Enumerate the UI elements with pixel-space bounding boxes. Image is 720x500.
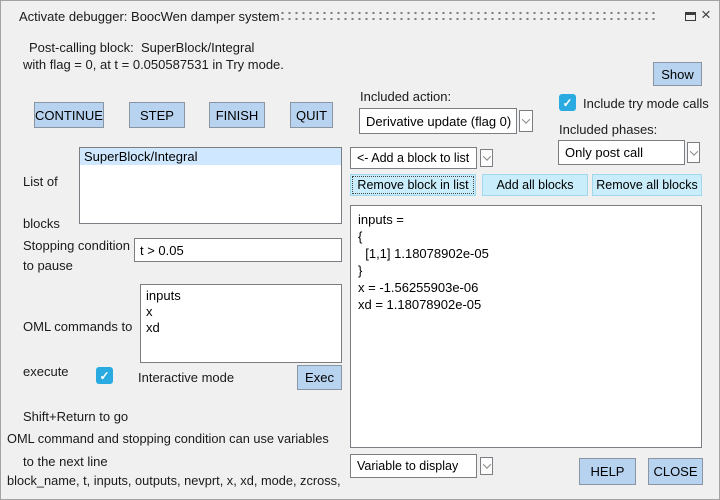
blocks-to-pause-list[interactable]: SuperBlock/Integral bbox=[79, 147, 342, 224]
variables-help-note: OML command and stopping condition can u… bbox=[7, 404, 341, 500]
add-all-blocks-button[interactable]: Add all blocks bbox=[482, 174, 588, 196]
included-phases-label: Included phases: bbox=[559, 122, 657, 137]
remove-block-button[interactable]: Remove block in list bbox=[350, 174, 476, 196]
included-action-combo[interactable]: Derivative update (flag 0) bbox=[359, 108, 517, 134]
help-button[interactable]: HELP bbox=[579, 458, 636, 485]
chevron-down-icon bbox=[482, 460, 490, 468]
status-line-flag-time: with flag = 0, at t = 0.050587531 in Try… bbox=[23, 57, 284, 72]
interactive-mode-label: Interactive mode bbox=[138, 370, 234, 385]
included-action-label: Included action: bbox=[360, 89, 451, 104]
stopping-condition-label: Stopping condition bbox=[23, 238, 130, 253]
include-try-mode-checkbox[interactable]: ✓ bbox=[559, 94, 576, 111]
variable-to-display-dropdown-button[interactable] bbox=[480, 457, 493, 475]
status-line-block: Post-calling block: SuperBlock/Integral bbox=[29, 40, 254, 55]
exec-button[interactable]: Exec bbox=[297, 365, 342, 390]
finish-button[interactable]: FINISH bbox=[209, 102, 265, 128]
include-try-mode-label: Include try mode calls bbox=[583, 96, 709, 111]
list-item-selected[interactable]: SuperBlock/Integral bbox=[80, 148, 341, 165]
chevron-down-icon bbox=[689, 147, 697, 155]
variable-output-display[interactable]: inputs = { [1,1] 1.18078902e-05 } x = -1… bbox=[350, 205, 702, 448]
chevron-down-icon bbox=[522, 115, 530, 123]
continue-button[interactable]: CONTINUE bbox=[34, 102, 104, 128]
remove-all-blocks-button[interactable]: Remove all blocks bbox=[592, 174, 702, 196]
included-action-dropdown-button[interactable] bbox=[519, 110, 533, 132]
included-action-value: Derivative update (flag 0) bbox=[360, 114, 511, 129]
quit-button[interactable]: QUIT bbox=[290, 102, 333, 128]
interactive-mode-checkbox[interactable]: ✓ bbox=[96, 367, 113, 384]
included-phases-dropdown-button[interactable] bbox=[687, 142, 700, 163]
check-icon: ✓ bbox=[562, 97, 572, 109]
add-block-combo-value: <- Add a block to list bbox=[351, 151, 469, 165]
step-button[interactable]: STEP bbox=[129, 102, 185, 128]
close-button[interactable]: CLOSE bbox=[648, 458, 703, 485]
drag-handle-dots-icon[interactable] bbox=[279, 10, 659, 20]
restore-window-icon[interactable] bbox=[685, 12, 696, 21]
variable-to-display-value: Variable to display bbox=[351, 459, 458, 473]
close-icon[interactable]: × bbox=[701, 5, 711, 25]
oml-commands-textarea[interactable]: inputs x xd bbox=[140, 284, 342, 363]
check-icon: ✓ bbox=[99, 370, 109, 382]
window-title: Activate debugger: BoocWen damper system bbox=[19, 9, 280, 24]
chevron-down-icon bbox=[482, 152, 490, 160]
block-list-label: List of blocks to pause bbox=[23, 147, 73, 301]
add-block-combo[interactable]: <- Add a block to list bbox=[350, 147, 477, 169]
show-button[interactable]: Show bbox=[653, 62, 702, 86]
stopping-condition-input[interactable] bbox=[134, 238, 342, 262]
included-phases-combo[interactable]: Only post call bbox=[558, 140, 685, 165]
debugger-window: Activate debugger: BoocWen damper system… bbox=[0, 0, 720, 500]
variable-to-display-combo[interactable]: Variable to display bbox=[350, 454, 477, 478]
add-block-dropdown-button[interactable] bbox=[480, 149, 493, 167]
included-phases-value: Only post call bbox=[559, 145, 643, 160]
